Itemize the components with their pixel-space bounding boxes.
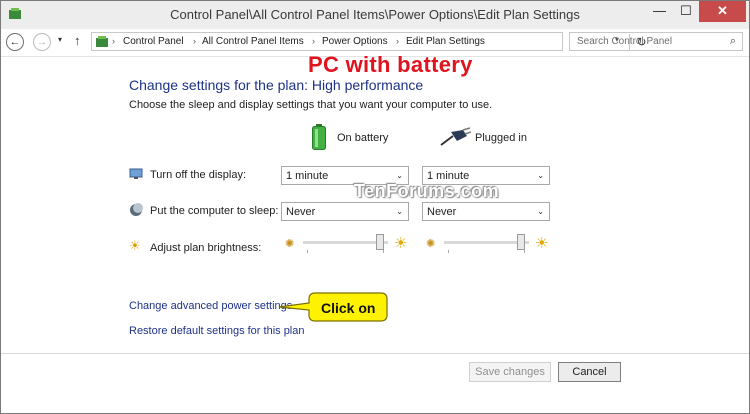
address-bar[interactable]: › Control Panel › All Control Panel Item… (91, 32, 647, 51)
close-button[interactable]: ✕ (699, 1, 746, 22)
breadcrumb-separator[interactable]: › (396, 36, 399, 46)
breadcrumb-separator[interactable]: › (193, 36, 196, 46)
power-plug-icon (440, 127, 471, 146)
sleep-timeout-battery-select[interactable]: Never ⌄ (281, 202, 409, 221)
title-bar: Control Panel\All Control Panel Items\Po… (1, 1, 749, 29)
divider (1, 353, 749, 354)
breadcrumb-separator[interactable]: › (312, 36, 315, 46)
restore-defaults-link[interactable]: Restore default settings for this plan (129, 325, 304, 337)
watermark: TenForums.com (354, 181, 500, 201)
control-panel-icon (96, 36, 108, 47)
slider-thumb[interactable] (375, 234, 384, 250)
breadcrumb-edit-plan[interactable]: Edit Plan Settings (406, 36, 485, 47)
minimize-button[interactable]: — (646, 1, 673, 22)
brightness-battery-slider[interactable]: ✺ ☀ (285, 234, 411, 254)
sleep-timeout-plugged-select[interactable]: Never ⌄ (422, 202, 550, 221)
battery-icon (312, 124, 326, 150)
chevron-down-icon: ⌄ (537, 207, 544, 216)
slider-thumb[interactable] (516, 234, 525, 250)
forward-button[interactable]: → (33, 33, 51, 51)
up-button[interactable]: ↑ (74, 33, 81, 48)
breadcrumb-separator[interactable]: › (112, 36, 115, 46)
slider-tick (383, 250, 384, 253)
window-title: Control Panel\All Control Panel Items\Po… (170, 7, 580, 22)
column-header-battery: On battery (337, 132, 389, 144)
sun-bright-icon: ☀ (394, 235, 408, 252)
brightness-sun-icon: ☀ (129, 238, 141, 253)
sleep-timeout-label: Put the computer to sleep: (150, 205, 279, 217)
window: Control Panel\All Control Panel Items\Po… (0, 0, 750, 414)
slider-tick (448, 250, 449, 253)
breadcrumb-control-panel[interactable]: Control Panel (123, 36, 184, 47)
search-icon[interactable]: ⌕ (730, 35, 736, 48)
back-button[interactable]: ← (6, 33, 24, 51)
brightness-label: Adjust plan brightness: (150, 242, 262, 254)
maximize-button[interactable]: ☐ (673, 1, 699, 22)
slider-tick (307, 250, 308, 253)
chevron-down-icon: ⌄ (396, 171, 403, 180)
breadcrumb-power-options[interactable]: Power Options (322, 36, 388, 47)
advanced-power-settings-link[interactable]: Change advanced power settings (129, 300, 292, 312)
chevron-down-icon: ⌄ (537, 171, 544, 180)
page-description: Choose the sleep and display settings th… (129, 99, 493, 111)
slider-tick (524, 250, 525, 253)
column-header-plugged: Plugged in (475, 132, 527, 144)
display-timeout-label: Turn off the display: (150, 169, 246, 181)
save-changes-button[interactable]: Save changes (469, 362, 551, 382)
chevron-down-icon: ⌄ (396, 207, 403, 216)
select-value: Never (286, 206, 316, 218)
recent-locations-icon[interactable]: ▾ (58, 35, 62, 44)
sleep-moon-icon (130, 203, 143, 216)
select-value: Never (427, 206, 457, 218)
overlay-title: PC with battery (308, 52, 473, 77)
sun-dim-icon: ✺ (285, 238, 295, 250)
select-value: 1 minute (286, 170, 329, 182)
cancel-button[interactable]: Cancel (558, 362, 621, 382)
sun-dim-icon: ✺ (426, 238, 436, 250)
search-input[interactable]: Search Control Panel (577, 36, 672, 47)
search-box[interactable]: Search Control Panel ⌕ (569, 32, 743, 51)
display-icon (129, 168, 143, 179)
brightness-plugged-slider[interactable]: ✺ ☀ (426, 234, 552, 254)
sun-bright-icon: ☀ (535, 235, 549, 252)
breadcrumb-all-items[interactable]: All Control Panel Items (202, 36, 304, 47)
callout-text: Click on (321, 300, 376, 316)
page-title: Change settings for the plan: High perfo… (129, 77, 424, 93)
